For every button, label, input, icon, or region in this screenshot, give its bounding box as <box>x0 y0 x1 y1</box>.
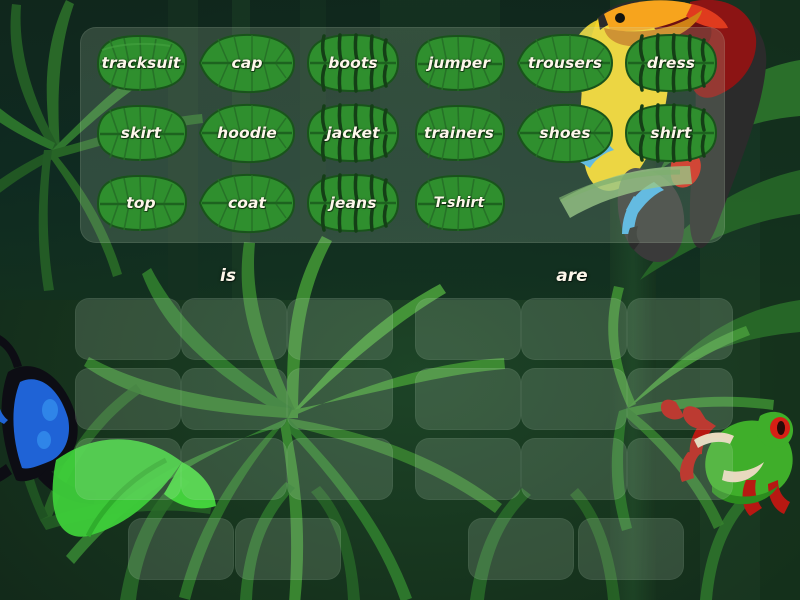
drop-slot-are-8[interactable] <box>521 438 627 500</box>
word-tile-coat[interactable]: coat <box>194 172 300 234</box>
drop-slot-is-9[interactable] <box>287 438 393 500</box>
word-tile-hoodie[interactable]: hoodie <box>194 102 300 164</box>
word-tile-trousers[interactable]: trousers <box>512 32 618 94</box>
drop-slot-is-8[interactable] <box>181 438 287 500</box>
word-bank-row: skirt hoodie jacket trainers shoes shirt <box>80 102 725 164</box>
drop-slot-are-5[interactable] <box>521 368 627 430</box>
drop-slot-is-3[interactable] <box>287 298 393 360</box>
drop-slot-are-4[interactable] <box>415 368 521 430</box>
word-tile-cap[interactable]: cap <box>194 32 300 94</box>
word-tile-top[interactable]: top <box>88 172 194 234</box>
drop-slot-is-2[interactable] <box>181 298 287 360</box>
drop-slot-are-6[interactable] <box>627 368 733 430</box>
word-tile-jacket[interactable]: jacket <box>300 102 406 164</box>
word-label: cap <box>231 54 263 72</box>
drop-slot-is-1[interactable] <box>75 298 181 360</box>
word-label: T-shirt <box>433 195 485 211</box>
column-header-is: is <box>220 266 236 286</box>
word-label: trainers <box>423 124 495 142</box>
drop-slot-is-11[interactable] <box>235 518 341 580</box>
word-label: shoes <box>539 124 591 142</box>
word-label: jacket <box>326 124 380 142</box>
drop-slot-is-10[interactable] <box>128 518 234 580</box>
word-label: dress <box>646 54 696 72</box>
drop-slot-is-7[interactable] <box>75 438 181 500</box>
word-label: trousers <box>527 54 603 72</box>
game-stage: tracksuit cap boots jumper trousers dres… <box>0 0 800 600</box>
column-header-are: are <box>556 266 588 286</box>
word-bank-row: tracksuit cap boots jumper trousers dres… <box>80 32 725 94</box>
word-label: skirt <box>120 124 162 142</box>
drop-slot-are-11[interactable] <box>578 518 684 580</box>
word-tile-shirt[interactable]: shirt <box>618 102 724 164</box>
word-bank-panel: tracksuit cap boots jumper trousers dres… <box>80 27 725 243</box>
drop-slot-are-2[interactable] <box>521 298 627 360</box>
word-tile-jumper[interactable]: jumper <box>406 32 512 94</box>
word-label: hoodie <box>217 124 277 142</box>
word-tile-shoes[interactable]: shoes <box>512 102 618 164</box>
word-label: shirt <box>650 124 692 142</box>
word-bank-row: top coat jeans T-shirt <box>80 172 725 234</box>
word-tile-dress[interactable]: dress <box>618 32 724 94</box>
word-label: boots <box>328 54 378 72</box>
drop-slot-are-7[interactable] <box>415 438 521 500</box>
drop-slot-are-10[interactable] <box>468 518 574 580</box>
word-tile-tracksuit[interactable]: tracksuit <box>88 32 194 94</box>
drop-slot-are-1[interactable] <box>415 298 521 360</box>
word-label: tracksuit <box>101 54 181 72</box>
drop-slot-are-3[interactable] <box>627 298 733 360</box>
drop-slot-is-6[interactable] <box>287 368 393 430</box>
word-tile-boots[interactable]: boots <box>300 32 406 94</box>
word-label: top <box>126 194 156 212</box>
word-label: jeans <box>329 194 377 212</box>
word-label: coat <box>227 194 267 212</box>
word-label: jumper <box>427 54 491 72</box>
drop-slot-is-4[interactable] <box>75 368 181 430</box>
drop-slot-are-9[interactable] <box>627 438 733 500</box>
word-tile-t-shirt[interactable]: T-shirt <box>406 172 512 234</box>
drop-slot-is-5[interactable] <box>181 368 287 430</box>
word-tile-skirt[interactable]: skirt <box>88 102 194 164</box>
word-tile-trainers[interactable]: trainers <box>406 102 512 164</box>
word-tile-jeans[interactable]: jeans <box>300 172 406 234</box>
